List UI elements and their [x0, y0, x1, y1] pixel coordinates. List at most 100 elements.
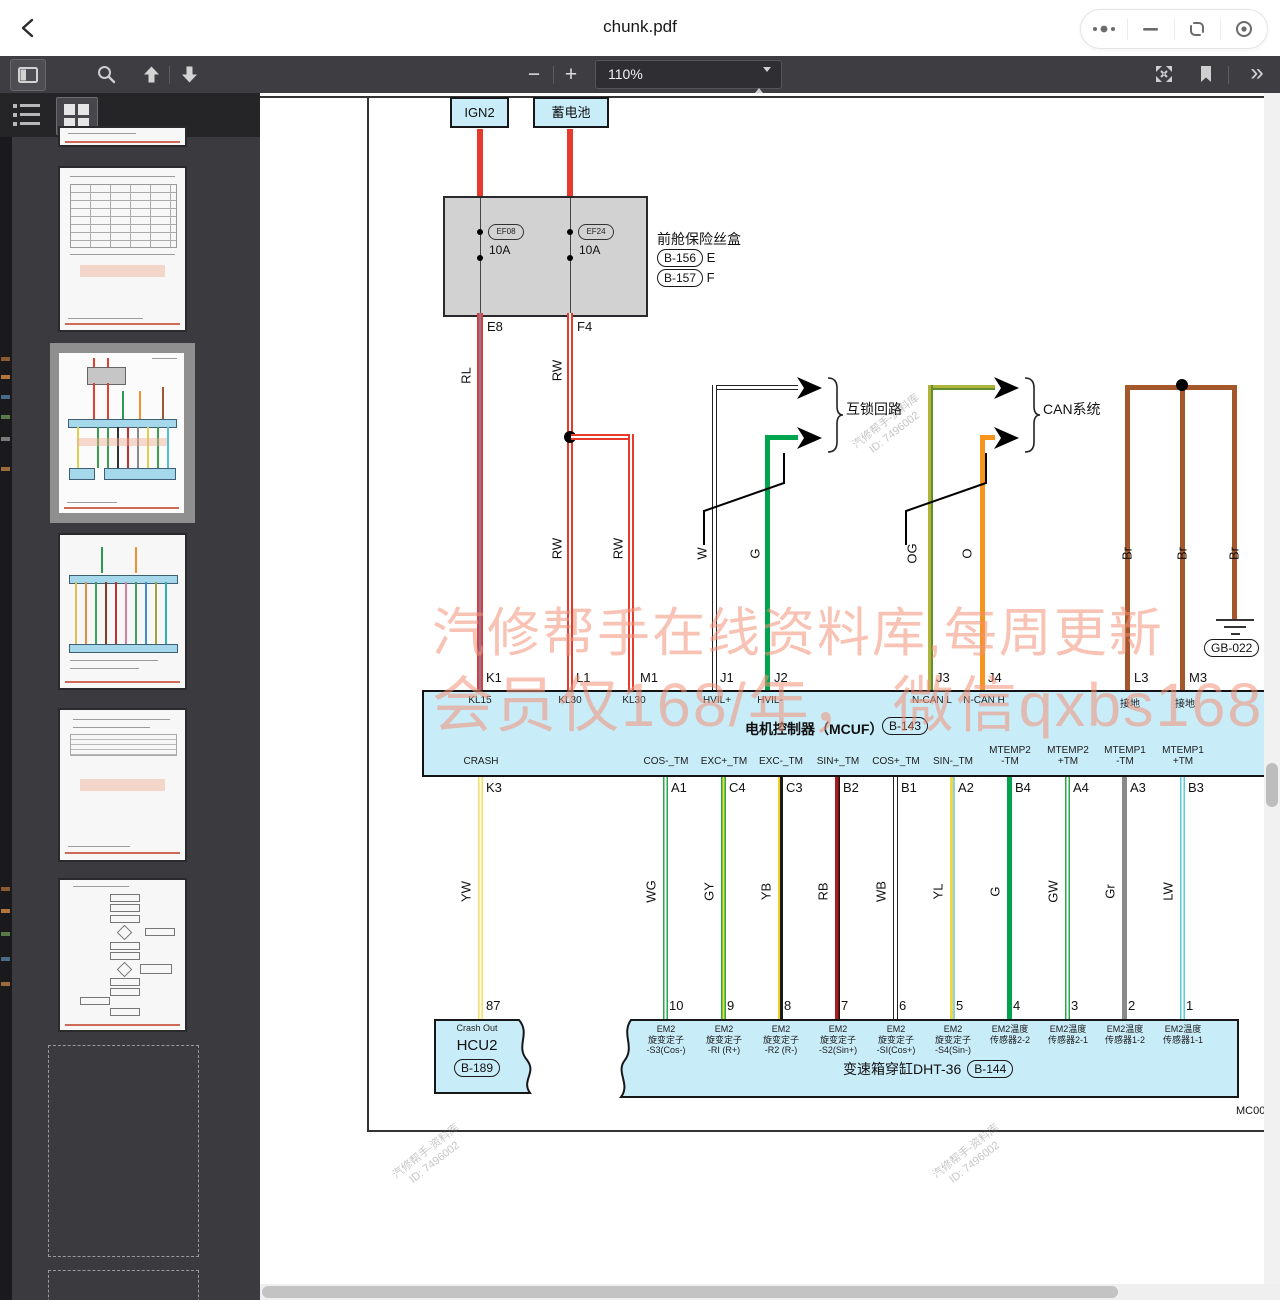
wire-label: RW: [611, 527, 626, 571]
thumbnail-sidebar: [0, 93, 260, 1300]
wire-label: RB: [816, 870, 831, 914]
thumbnail-page-current[interactable]: [59, 353, 184, 513]
fuse2-terminal: [567, 229, 573, 235]
more-tools-button[interactable]: »: [1240, 59, 1274, 87]
wire-label: YB: [759, 870, 774, 914]
fuse1-terminal: [477, 255, 483, 261]
record-target-button[interactable]: [1220, 18, 1267, 40]
search-icon: [96, 64, 116, 84]
label-line: 传感器2-2: [990, 1035, 1030, 1046]
fuse1-terminal: [477, 229, 483, 235]
can-label: CAN系统: [1043, 399, 1101, 419]
wire-rw: [628, 434, 634, 690]
thumb-detail: [140, 964, 172, 974]
mcuf-ref: B-143: [882, 717, 928, 735]
dht-title: 变速箱穿缸DHT-36: [843, 1059, 961, 1079]
label-line: -S4(Sin-): [935, 1045, 971, 1056]
vertical-scrollbar[interactable]: [1264, 93, 1280, 1300]
strip-fragment: [1, 395, 10, 399]
thumbnail-page-partial[interactable]: [60, 128, 185, 145]
thumbnail-page-table[interactable]: [60, 168, 185, 330]
wire-label: O: [960, 532, 975, 576]
sidebar-toggle-icon: [18, 67, 38, 83]
strip-fragment: [1, 467, 10, 471]
zoom-level-select[interactable]: 110%: [595, 60, 782, 89]
thumbnail-page-diagram2[interactable]: [60, 535, 185, 688]
more-options-button[interactable]: [1081, 18, 1127, 40]
ground-symbol: [1224, 626, 1246, 628]
fuse1-pin: E8: [487, 319, 503, 334]
thumb-detail: [93, 358, 95, 368]
watermark-line1: 汽修帮手在线资料库,每周更新: [432, 591, 1164, 667]
search-button[interactable]: [92, 61, 120, 87]
wire-label: RL: [459, 354, 474, 398]
signal-line: MTEMP2: [989, 745, 1031, 756]
zoom-in-button[interactable]: +: [558, 62, 584, 86]
dht-column-label: EM2温度传感器2-2: [990, 1024, 1030, 1045]
thumbnail-page-text[interactable]: [60, 710, 185, 860]
restore-icon: [1187, 19, 1207, 39]
pin-number: 6: [899, 998, 906, 1013]
wire-label: RW: [550, 349, 565, 393]
fullscreen-button[interactable]: [1150, 61, 1178, 87]
thumb-detail: [101, 547, 103, 573]
dht-column-label: EM2温度传感器1-1: [1163, 1024, 1203, 1045]
wire-gw: [1065, 777, 1070, 1020]
next-page-button[interactable]: [176, 61, 202, 87]
pin-label: B3: [1188, 780, 1204, 795]
outline-view-button[interactable]: [13, 102, 41, 133]
restore-window-button[interactable]: [1174, 18, 1221, 40]
vertical-scrollbar-handle[interactable]: [1266, 763, 1278, 807]
wire-label: Br: [1175, 532, 1190, 576]
wire-lw: [1180, 777, 1185, 1020]
thumbnail-placeholder[interactable]: [48, 1270, 199, 1300]
label-line: 旋变定子: [763, 1035, 799, 1046]
junction-dot: [1176, 379, 1188, 391]
pin-label: J1: [720, 670, 734, 685]
target-icon: [1234, 19, 1254, 39]
wire-feed-ign2: [477, 129, 483, 196]
wire-rw-branch: [571, 434, 634, 440]
wire-yb: [778, 777, 783, 1020]
horizontal-scrollbar[interactable]: [260, 1284, 1280, 1300]
thumb-detail: [68, 133, 137, 134]
page-frame-left: [367, 96, 369, 1132]
thumb-detail: [135, 547, 137, 573]
wire-label: RW: [550, 527, 565, 571]
page-down-icon: [181, 66, 198, 83]
label-line: EM2温度: [1163, 1024, 1203, 1035]
dht-column-label: EM2旋变定子-S3(Cos-): [646, 1024, 685, 1056]
twisted-pair-icon: [700, 451, 790, 547]
grid-icon: [78, 104, 89, 115]
previous-page-button[interactable]: [138, 61, 164, 87]
pin-number: 3: [1071, 998, 1078, 1013]
signal-label: KL15: [468, 695, 491, 706]
signal-label: MTEMP2-TM: [989, 745, 1031, 767]
horizontal-scrollbar-handle[interactable]: [262, 1286, 1118, 1298]
label-line: -R2 (R-): [763, 1045, 799, 1056]
label-line: EM2温度: [1048, 1024, 1088, 1035]
label-line: -S3(Cos-): [646, 1045, 685, 1056]
label-line: 旋变定子: [877, 1035, 916, 1046]
thumb-detail: [139, 391, 141, 418]
thumbnail-placeholder[interactable]: [48, 1045, 199, 1257]
zoom-level-value: 110%: [608, 66, 643, 82]
minimize-button[interactable]: [1127, 18, 1174, 40]
fuse2-pin: F4: [577, 319, 592, 334]
bookmark-button[interactable]: [1192, 61, 1220, 87]
fusebox-ref-e: B-156 E: [657, 249, 715, 267]
thumbnail-page-flowchart[interactable]: [60, 880, 185, 1030]
wire-w-horizontal: [712, 385, 798, 390]
thumb-detail: [135, 582, 137, 643]
pin-label: C3: [786, 780, 803, 795]
thumb-detail: [85, 582, 87, 643]
toolbar-divider: [169, 66, 170, 84]
wire-wb: [893, 777, 898, 1020]
zoom-out-button[interactable]: −: [521, 62, 547, 86]
thumb-detail: [122, 391, 124, 418]
toggle-sidebar-button[interactable]: [10, 59, 46, 91]
brace-icon: [1021, 376, 1043, 454]
fuse2-terminal: [567, 255, 573, 261]
thumb-detail: [110, 1008, 140, 1016]
signal-line: +TM: [1047, 756, 1089, 767]
